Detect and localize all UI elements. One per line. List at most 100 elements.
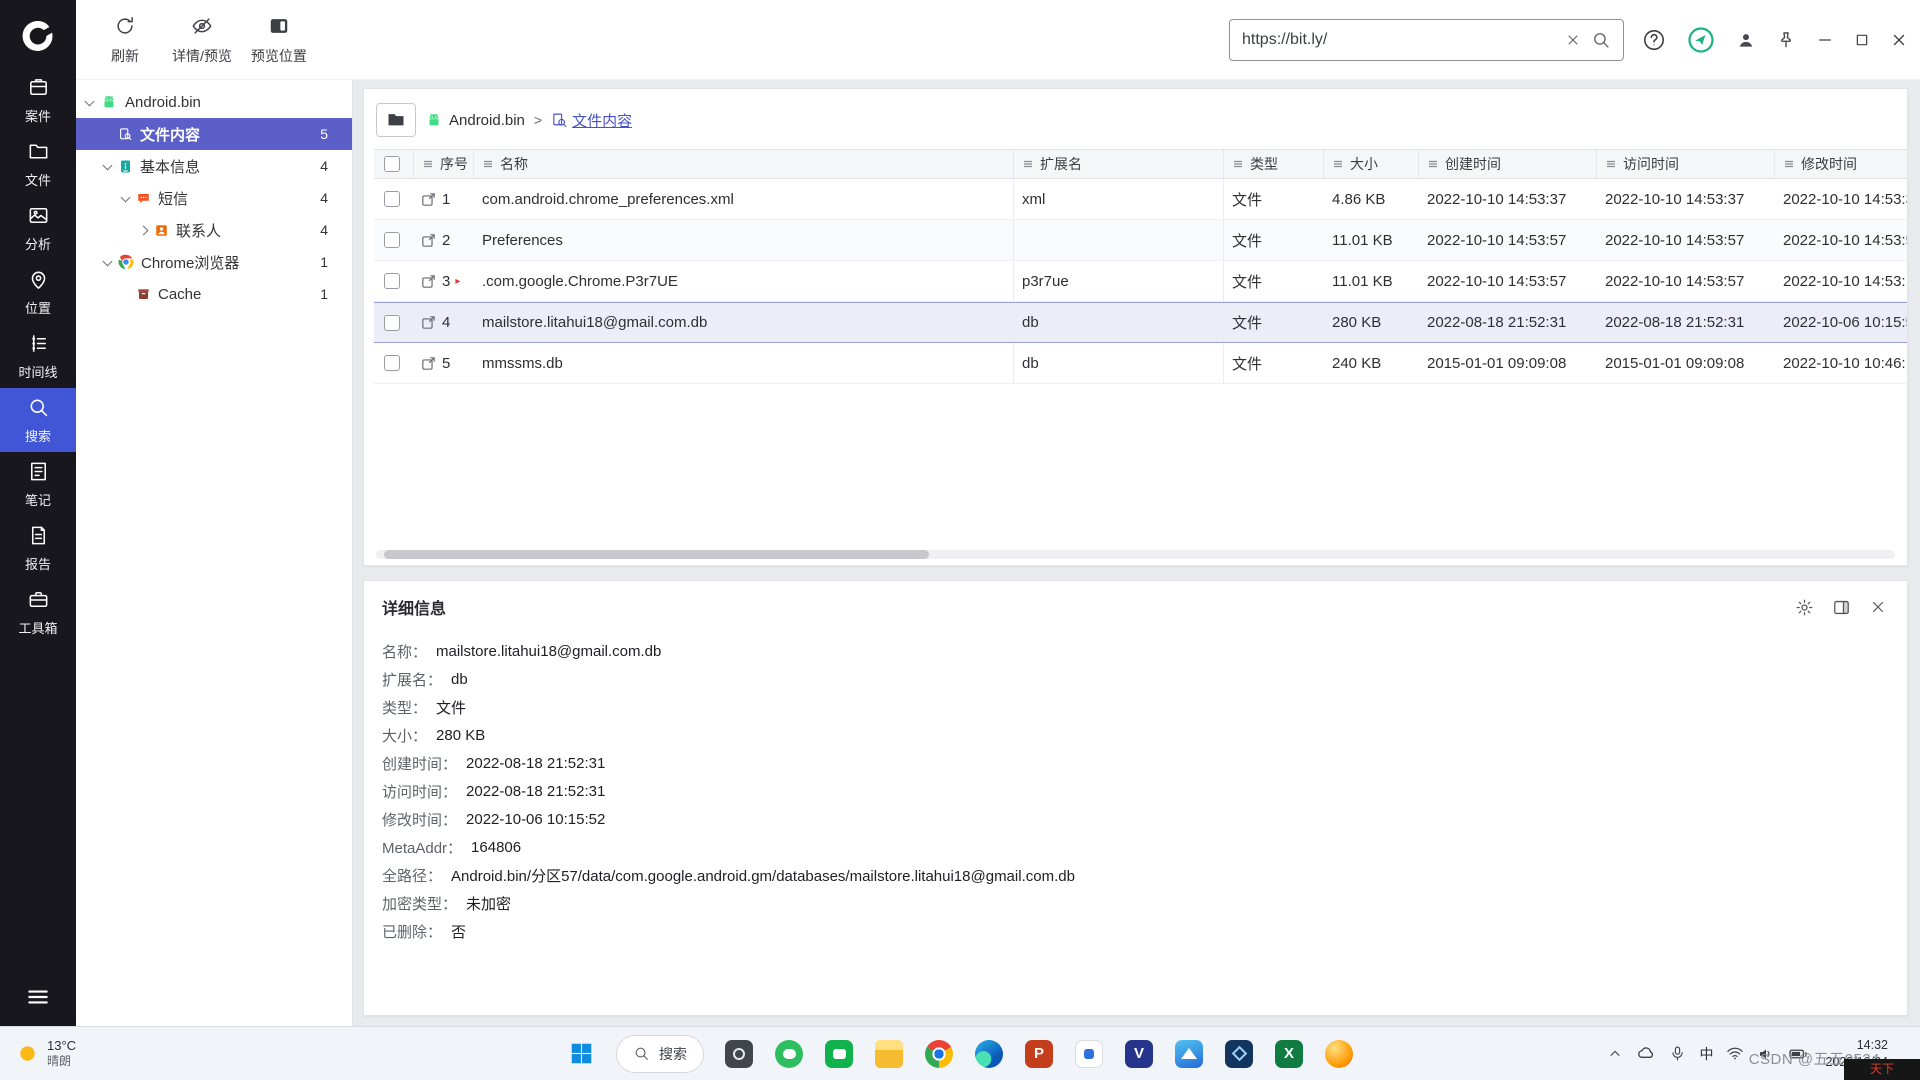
tree-item[interactable]: 短信 4	[76, 182, 352, 214]
mic-icon[interactable]	[1669, 1045, 1686, 1062]
photos-icon[interactable]	[1166, 1031, 1212, 1077]
row-checkbox[interactable]	[384, 191, 400, 207]
search-input[interactable]	[1242, 31, 1555, 49]
tree-caret-icon[interactable]	[85, 96, 95, 106]
row-checkbox[interactable]	[384, 273, 400, 289]
row-checkbox[interactable]	[384, 315, 400, 331]
orange-ball-icon[interactable]	[1316, 1031, 1362, 1077]
rail-item[interactable]: 工具箱	[0, 580, 76, 644]
column-header[interactable]: 类型	[1224, 150, 1324, 178]
white-app-icon[interactable]	[1066, 1031, 1112, 1077]
file-name[interactable]: com.android.chrome_preferences.xml	[474, 179, 1014, 219]
tree-item[interactable]: Android.bin	[76, 86, 352, 118]
tree-item[interactable]: 基本信息 4	[76, 150, 352, 182]
tree-caret-icon[interactable]	[103, 256, 113, 266]
clear-icon[interactable]	[1565, 32, 1581, 48]
snip-tool-icon[interactable]	[716, 1031, 762, 1077]
table-row[interactable]: 3 ▸ .com.google.Chrome.P3r7UE p3r7ue 文件 …	[374, 261, 1908, 302]
row-check-cell	[374, 355, 414, 371]
search-icon[interactable]	[1591, 30, 1611, 50]
rail-item[interactable]: 搜索	[0, 388, 76, 452]
rail-item[interactable]: 笔记	[0, 452, 76, 516]
url-search-box[interactable]	[1229, 19, 1624, 61]
help-icon[interactable]	[1642, 28, 1666, 52]
explorer-icon[interactable]	[866, 1031, 912, 1077]
tree-caret-icon[interactable]	[139, 225, 149, 235]
close-icon[interactable]	[1890, 31, 1908, 49]
column-header[interactable]: 序号	[414, 150, 474, 178]
file-size: 4.86 KB	[1324, 191, 1419, 208]
chat-green-icon[interactable]	[816, 1031, 862, 1077]
rail-item[interactable]: 报告	[0, 516, 76, 580]
open-file-icon[interactable]	[420, 355, 437, 372]
powerpoint-icon[interactable]: P	[1016, 1031, 1062, 1077]
open-file-icon[interactable]	[420, 273, 437, 290]
maximize-icon[interactable]	[1854, 32, 1870, 48]
settings-icon[interactable]	[1795, 598, 1814, 617]
tree-item[interactable]: 文件内容 5	[76, 118, 352, 150]
rail-item[interactable]: 案件	[0, 68, 76, 132]
toolbar-button[interactable]: 刷新	[90, 7, 160, 73]
panel-layout-icon[interactable]	[1832, 598, 1851, 617]
rail-item[interactable]: 位置	[0, 260, 76, 324]
app-logo-icon[interactable]	[0, 4, 76, 68]
menu-burger-icon[interactable]	[25, 984, 51, 1010]
file-accessed-time: 2022-10-10 14:53:37	[1597, 191, 1775, 208]
toolbar-button[interactable]: 详情/预览	[166, 7, 238, 73]
tray-expand-icon[interactable]	[1607, 1046, 1623, 1062]
pin-icon[interactable]	[1776, 30, 1796, 50]
table-row[interactable]: 2 ▸ Preferences 文件 11.01 KB 2022-10-10 1…	[374, 220, 1908, 261]
open-file-icon[interactable]	[420, 314, 437, 331]
column-header[interactable]: 创建时间	[1419, 150, 1597, 178]
rail-item[interactable]: 文件	[0, 132, 76, 196]
minimize-icon[interactable]	[1816, 31, 1834, 49]
table-row[interactable]: 4 ▸ mailstore.litahui18@gmail.com.db db …	[374, 302, 1908, 343]
user-icon[interactable]	[1736, 30, 1756, 50]
tree-item[interactable]: Chrome浏览器 1	[76, 246, 352, 278]
v-app-icon[interactable]: V	[1116, 1031, 1162, 1077]
details-close-icon[interactable]	[1869, 598, 1887, 616]
tree-caret-icon[interactable]	[121, 192, 131, 202]
horizontal-scrollbar[interactable]	[376, 550, 1895, 559]
toolbar-button[interactable]: 预览位置	[244, 7, 314, 73]
table-row[interactable]: 5 ▸ mmssms.db db 文件 240 KB 2015-01-01 09…	[374, 343, 1908, 384]
edge-icon[interactable]	[966, 1031, 1012, 1077]
onedrive-icon[interactable]	[1636, 1044, 1656, 1064]
chrome-app-icon[interactable]	[916, 1031, 962, 1077]
excel-icon[interactable]: X	[1266, 1031, 1312, 1077]
file-name[interactable]: mailstore.litahui18@gmail.com.db	[474, 303, 1014, 342]
wechat-icon[interactable]	[766, 1031, 812, 1077]
file-name[interactable]: Preferences	[474, 220, 1014, 260]
wifi-icon[interactable]	[1726, 1045, 1744, 1063]
column-header[interactable]: 访问时间	[1597, 150, 1775, 178]
rail-item[interactable]: 分析	[0, 196, 76, 260]
file-name[interactable]: mmssms.db	[474, 343, 1014, 383]
column-header[interactable]: 修改时间	[1775, 150, 1908, 178]
tree-item[interactable]: Cache 1	[76, 278, 352, 310]
taskbar-search[interactable]: 搜索	[616, 1035, 704, 1073]
license-status-icon[interactable]	[1686, 25, 1716, 55]
ime-indicator[interactable]: 中	[1699, 1044, 1713, 1064]
file-accessed-time: 2022-08-18 21:52:31	[1597, 314, 1775, 331]
column-header[interactable]: 大小	[1324, 150, 1419, 178]
start-button[interactable]	[558, 1031, 604, 1077]
column-header[interactable]: 扩展名	[1014, 150, 1224, 178]
folder-button[interactable]	[376, 103, 416, 137]
open-file-icon[interactable]	[420, 191, 437, 208]
file-name[interactable]: .com.google.Chrome.P3r7UE	[474, 261, 1014, 301]
breadcrumb-current-link[interactable]: 文件内容	[551, 110, 632, 131]
row-checkbox[interactable]	[384, 355, 400, 371]
tree-caret-icon[interactable]	[103, 160, 113, 170]
select-all-checkbox[interactable]	[384, 156, 400, 172]
column-header[interactable]: 名称	[474, 150, 1014, 178]
row-checkbox[interactable]	[384, 232, 400, 248]
scrollbar-thumb[interactable]	[384, 550, 929, 559]
navy-app-icon[interactable]	[1216, 1031, 1262, 1077]
table-row[interactable]: 1 ▸ com.android.chrome_preferences.xml x…	[374, 179, 1908, 220]
breadcrumb-root[interactable]: Android.bin	[425, 111, 525, 129]
open-file-icon[interactable]	[420, 232, 437, 249]
rail-item[interactable]: 时间线	[0, 324, 76, 388]
weather-widget[interactable]: 13°C 晴朗	[10, 1027, 82, 1080]
tree-item[interactable]: 联系人 4	[76, 214, 352, 246]
taskbar-center: 搜索 P V	[558, 1027, 1362, 1080]
